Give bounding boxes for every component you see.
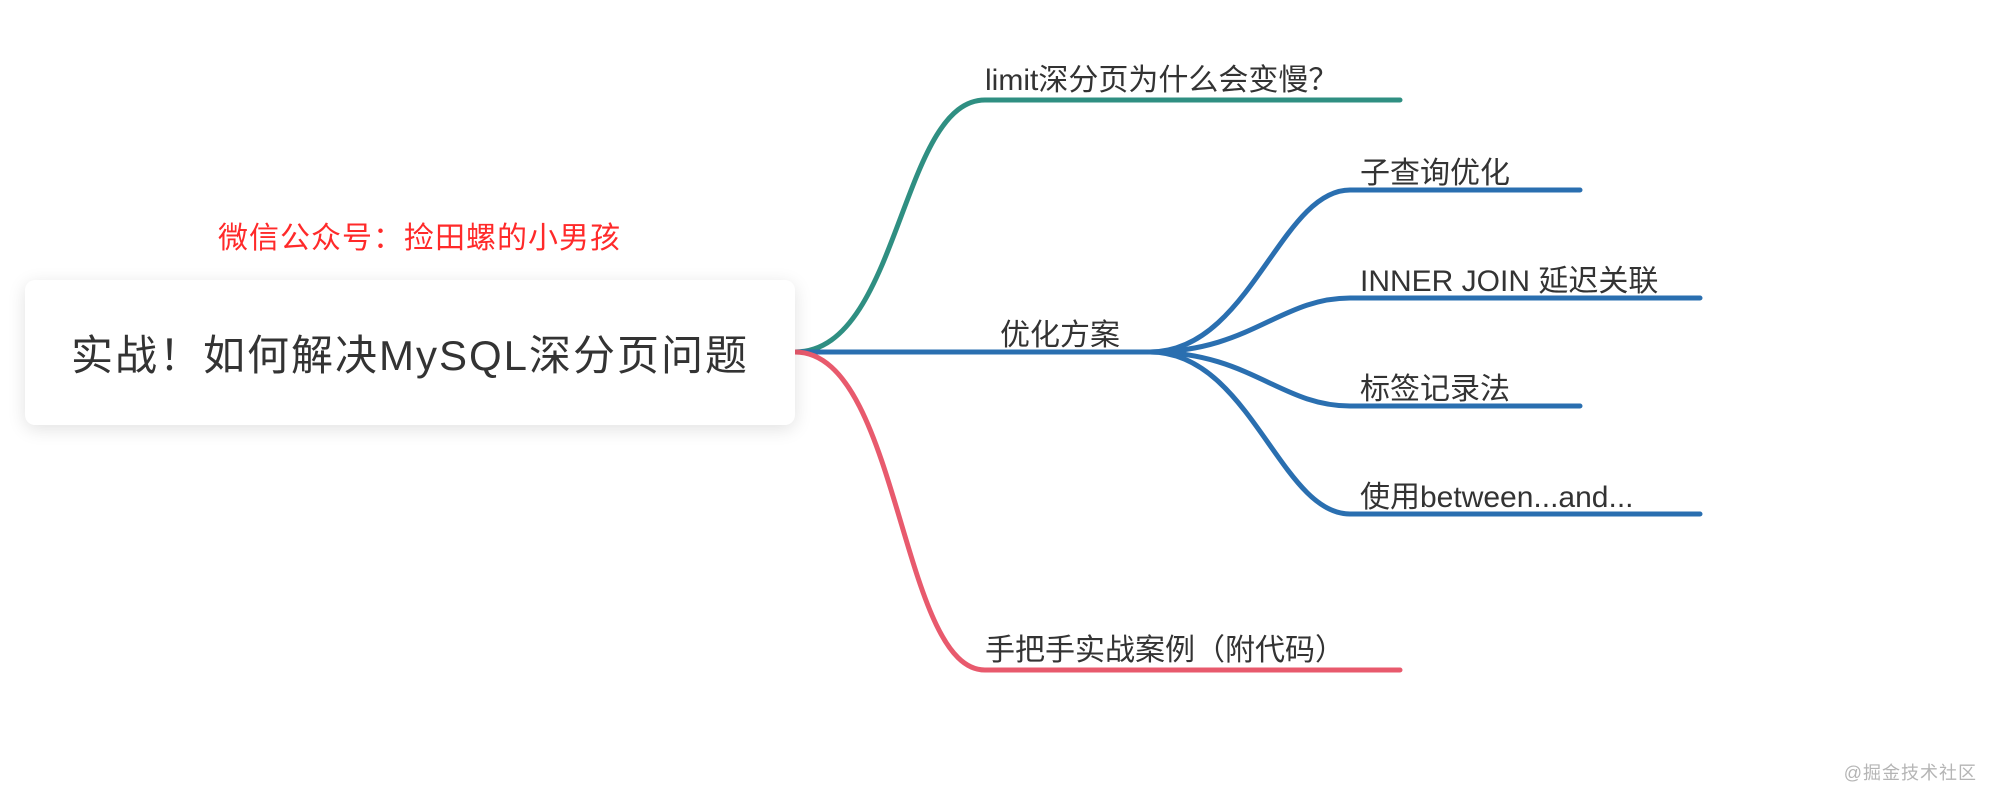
root-title: 实战！如何解决MySQL深分页问题 bbox=[71, 322, 749, 383]
leaf-subquery[interactable]: 子查询优化 bbox=[1360, 148, 1510, 192]
leaf-between-and[interactable]: 使用between...and... bbox=[1360, 472, 1634, 516]
branch-optimize[interactable]: 优化方案 bbox=[1000, 310, 1120, 354]
mindmap-canvas: 微信公众号：捡田螺的小男孩 实战！如何解决MySQL深分页问题 limit深分页… bbox=[0, 0, 1995, 795]
root-node[interactable]: 实战！如何解决MySQL深分页问题 bbox=[25, 280, 795, 425]
leaf-inner-join[interactable]: INNER JOIN 延迟关联 bbox=[1360, 256, 1658, 300]
leaf-tag-record[interactable]: 标签记录法 bbox=[1360, 364, 1510, 408]
root-subtitle: 微信公众号：捡田螺的小男孩 bbox=[218, 213, 621, 257]
watermark: @掘金技术社区 bbox=[1844, 759, 1977, 785]
branch-limit-slow[interactable]: limit深分页为什么会变慢？ bbox=[985, 55, 1338, 99]
branch-practice[interactable]: 手把手实战案例（附代码） bbox=[985, 625, 1345, 669]
